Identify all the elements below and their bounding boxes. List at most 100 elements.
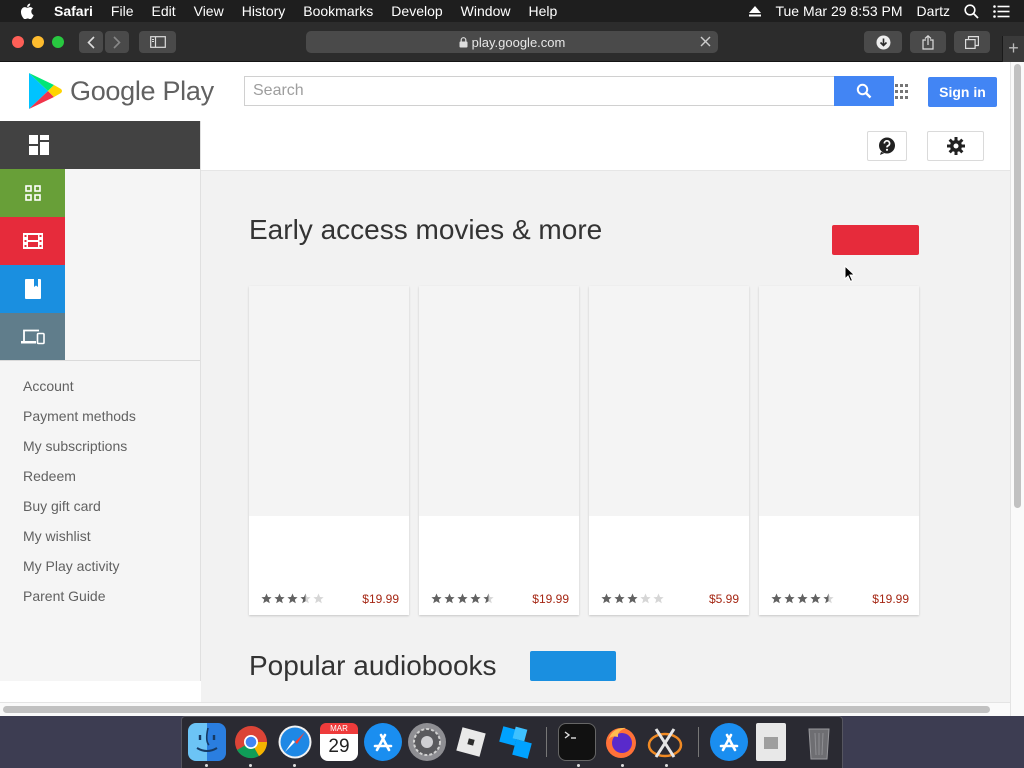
help-button[interactable] — [867, 131, 907, 161]
app-store-downloads-icon[interactable] — [710, 723, 748, 761]
movie-card[interactable]: $5.99 — [589, 286, 749, 615]
apps-icon — [24, 185, 41, 201]
nav-apps[interactable] — [0, 169, 65, 217]
movie-cards-row: $19.99 $19.99 $5.99 $19.99 — [249, 286, 919, 615]
menu-window[interactable]: Window — [461, 3, 511, 19]
spotlight-search-icon[interactable] — [964, 3, 979, 19]
movie-card[interactable]: $19.99 — [419, 286, 579, 615]
documents-stack-icon[interactable] — [756, 723, 786, 761]
menu-safari[interactable]: Safari — [54, 3, 93, 19]
nav-movies[interactable] — [0, 217, 65, 265]
sidebar-toggle-button[interactable] — [139, 31, 176, 53]
nav-link-my-play-activity[interactable]: My Play activity — [23, 551, 136, 581]
new-tab-button[interactable]: + — [1002, 36, 1024, 62]
clear-url-icon[interactable] — [699, 35, 712, 48]
share-button[interactable] — [910, 31, 946, 53]
lock-icon — [459, 36, 468, 47]
fullscreen-window-button[interactable] — [52, 36, 64, 48]
apple-logo-icon[interactable] — [20, 3, 34, 19]
dock-separator — [698, 727, 699, 757]
app-store-icon[interactable] — [364, 723, 402, 761]
calendar-icon[interactable]: MAR 29 — [320, 723, 358, 761]
eject-icon[interactable] — [749, 5, 762, 17]
safari-icon[interactable] — [276, 723, 314, 761]
price-label[interactable]: $19.99 — [872, 592, 909, 606]
roblox-icon[interactable] — [452, 723, 490, 761]
section-title-early-access[interactable]: Early access movies & more — [249, 214, 602, 246]
menubar-datetime[interactable]: Tue Mar 29 8:53 PM — [775, 3, 902, 19]
nav-home[interactable] — [0, 121, 200, 169]
firefox-icon[interactable] — [602, 723, 640, 761]
star-icon — [261, 593, 272, 604]
nav-devices[interactable] — [0, 313, 65, 361]
roblox-studio-icon[interactable] — [496, 723, 534, 761]
address-bar[interactable]: play.google.com — [306, 31, 718, 53]
home-dashboard-icon — [29, 135, 49, 155]
logo-text: Google Play — [70, 75, 214, 106]
nav-link-parent-guide[interactable]: Parent Guide — [23, 581, 136, 611]
downloads-button[interactable] — [864, 31, 902, 53]
card-thumbnail[interactable] — [249, 286, 409, 516]
book-icon — [24, 279, 41, 299]
apps-grid-icon[interactable] — [895, 84, 908, 99]
see-more-audiobooks-button[interactable] — [530, 651, 616, 681]
price-label[interactable]: $5.99 — [709, 592, 739, 606]
mouse-cursor-icon — [844, 265, 856, 283]
search-box[interactable] — [244, 76, 835, 106]
finder-icon[interactable] — [188, 723, 226, 761]
nav-link-payment-methods[interactable]: Payment methods — [23, 401, 136, 431]
nav-link-redeem[interactable]: Redeem — [23, 461, 136, 491]
show-tabs-button[interactable] — [954, 31, 990, 53]
movie-card[interactable]: $19.99 — [759, 286, 919, 615]
search-button[interactable] — [834, 76, 894, 106]
nav-link-my-wishlist[interactable]: My wishlist — [23, 521, 136, 551]
nav-link-account[interactable]: Account — [23, 371, 136, 401]
vertical-scrollbar[interactable] — [1010, 62, 1024, 716]
menu-history[interactable]: History — [242, 3, 286, 19]
star-icon — [784, 593, 795, 604]
price-label[interactable]: $19.99 — [362, 592, 399, 606]
settings-button[interactable] — [927, 131, 984, 161]
nav-books[interactable] — [0, 265, 65, 313]
section-title-audiobooks[interactable]: Popular audiobooks — [249, 650, 497, 682]
x11-icon[interactable] — [646, 723, 684, 761]
horizontal-scroll-thumb[interactable] — [3, 706, 990, 713]
star-icon — [470, 593, 481, 604]
trash-icon[interactable] — [800, 723, 838, 761]
star-icon — [431, 593, 442, 604]
search-input[interactable] — [245, 77, 835, 105]
terminal-icon[interactable] — [558, 723, 596, 761]
menu-edit[interactable]: Edit — [151, 3, 175, 19]
star-icon — [601, 593, 612, 604]
menu-develop[interactable]: Develop — [391, 3, 442, 19]
dock-running-indicator — [665, 764, 668, 767]
price-label[interactable]: $19.99 — [532, 592, 569, 606]
google-play-header: Google Play Sign in — [0, 62, 1010, 120]
card-thumbnail[interactable] — [759, 286, 919, 516]
star-rating — [601, 593, 664, 604]
google-play-logo[interactable]: Google Play — [28, 72, 214, 110]
menubar-user[interactable]: Dartz — [917, 3, 950, 19]
chrome-icon[interactable] — [232, 723, 270, 761]
notification-center-icon[interactable] — [993, 4, 1010, 18]
back-button[interactable] — [79, 31, 103, 53]
menu-view[interactable]: View — [194, 3, 224, 19]
system-preferences-icon[interactable] — [408, 723, 446, 761]
movie-card[interactable]: $19.99 — [249, 286, 409, 615]
nav-link-my-subscriptions[interactable]: My subscriptions — [23, 431, 136, 461]
nav-link-buy-gift-card[interactable]: Buy gift card — [23, 491, 136, 521]
minimize-window-button[interactable] — [32, 36, 44, 48]
see-more-movies-button[interactable] — [832, 225, 919, 255]
vertical-scroll-thumb[interactable] — [1014, 64, 1021, 508]
card-thumbnail[interactable] — [589, 286, 749, 516]
menu-help[interactable]: Help — [528, 3, 557, 19]
horizontal-scrollbar[interactable] — [0, 702, 1010, 716]
tabs-overview-icon — [965, 35, 979, 49]
sign-in-button[interactable]: Sign in — [928, 77, 997, 107]
settings-gear-icon — [413, 728, 441, 756]
forward-button[interactable] — [105, 31, 129, 53]
close-window-button[interactable] — [12, 36, 24, 48]
menu-file[interactable]: File — [111, 3, 134, 19]
menu-bookmarks[interactable]: Bookmarks — [303, 3, 373, 19]
card-thumbnail[interactable] — [419, 286, 579, 516]
